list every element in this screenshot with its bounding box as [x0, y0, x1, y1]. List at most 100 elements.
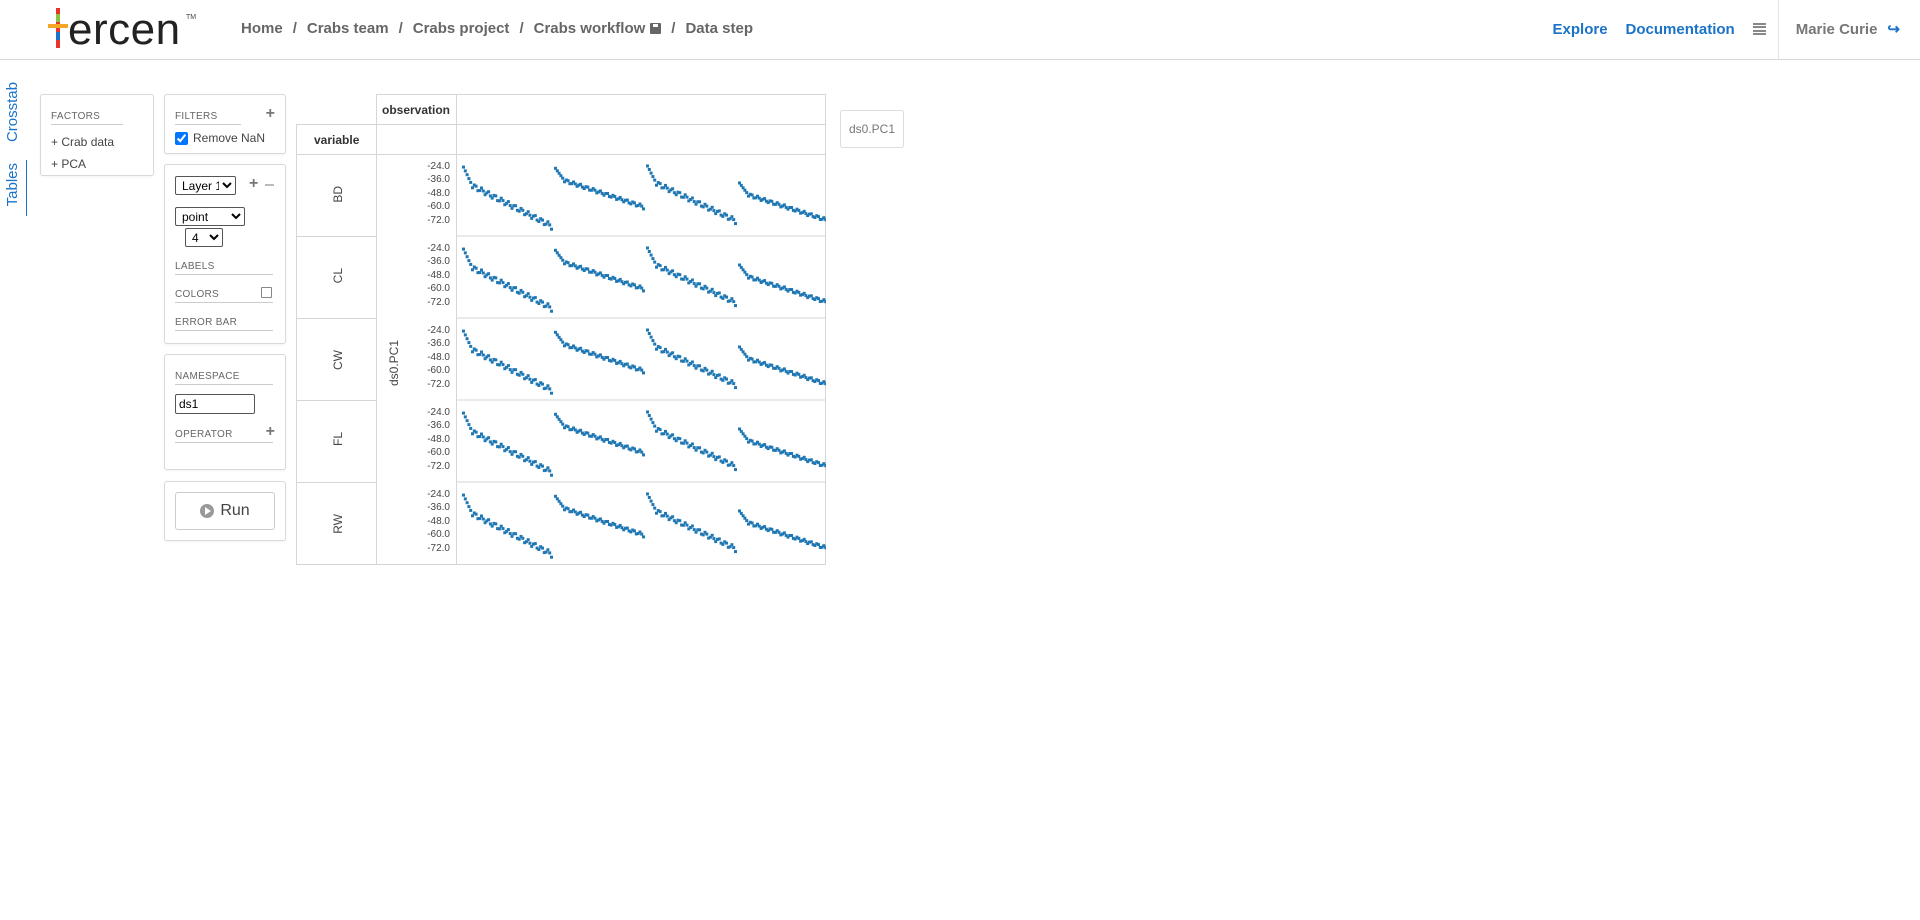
edit-colors-icon[interactable]: [261, 287, 272, 298]
point-size-select[interactable]: 4: [185, 228, 223, 247]
data-point: [481, 271, 485, 275]
data-point: [734, 304, 737, 308]
data-point: [606, 356, 610, 359]
remove-nan-row[interactable]: Remove NaN: [175, 131, 265, 145]
data-point: [721, 460, 725, 464]
data-point: [653, 424, 657, 428]
data-point: [593, 516, 597, 520]
data-point: [465, 337, 469, 341]
column-header-cell[interactable]: observation: [376, 94, 457, 125]
data-point: [640, 286, 644, 290]
namespace-input[interactable]: [175, 394, 255, 414]
explore-link[interactable]: Explore: [1553, 21, 1608, 38]
data-point: [506, 446, 510, 450]
y-tick-label: -24.0: [427, 160, 450, 172]
data-point: [745, 519, 749, 523]
legend-chip[interactable]: ds0.PC1: [840, 110, 904, 148]
data-point: [586, 349, 590, 353]
menu-icon[interactable]: [1752, 23, 1766, 35]
row-label-cell[interactable]: BD: [296, 154, 377, 237]
data-point: [685, 277, 689, 281]
data-point: [533, 214, 537, 218]
breadcrumb-home[interactable]: Home: [241, 20, 283, 37]
data-point: [469, 426, 473, 430]
factor-label: PCA: [61, 157, 87, 171]
data-point: [494, 358, 498, 362]
data-point: [725, 213, 728, 217]
remove-layer-button[interactable]: [265, 184, 274, 186]
y-tick-label: -60.0: [427, 447, 450, 459]
factor-item-crab-data[interactable]: + Crab data: [51, 135, 114, 149]
y-tick-label: -60.0: [427, 529, 450, 541]
layer-select[interactable]: Layer 1: [175, 176, 236, 195]
data-point: [533, 460, 537, 464]
data-point: [734, 386, 737, 390]
tab-tables[interactable]: Tables: [4, 163, 21, 206]
data-point: [649, 499, 653, 503]
data-point: [613, 441, 617, 444]
data-point: [541, 546, 544, 550]
column-values-cell: [456, 94, 826, 125]
data-point: [517, 537, 521, 541]
row-header-cell[interactable]: variable: [296, 124, 377, 155]
data-point: [658, 428, 662, 432]
data-point: [467, 259, 471, 263]
data-point: [566, 425, 570, 429]
data-point: [664, 347, 667, 351]
data-point: [717, 537, 721, 541]
data-point: [463, 251, 467, 255]
data-point: [750, 357, 754, 361]
data-point: [647, 414, 651, 417]
data-point: [701, 287, 705, 291]
data-point: [653, 506, 657, 510]
data-point: [701, 451, 705, 455]
data-point: [647, 250, 651, 253]
row-label-cell[interactable]: FL: [296, 400, 377, 483]
data-point: [824, 218, 826, 222]
add-filter-button[interactable]: +: [266, 105, 275, 123]
factor-item-pca[interactable]: + PCA: [51, 157, 86, 171]
data-point: [664, 183, 667, 187]
data-point: [521, 290, 525, 294]
data-point: [506, 282, 510, 286]
add-layer-button[interactable]: +: [249, 175, 258, 193]
y-tick-label: -36.0: [427, 502, 450, 514]
breadcrumb-workflow[interactable]: Crabs workflow: [534, 20, 646, 37]
scatter-plot[interactable]: [456, 154, 826, 565]
row-label-cell[interactable]: RW: [296, 482, 377, 565]
tercen-logo[interactable]: ercen TM: [46, 6, 196, 54]
data-point: [701, 369, 705, 373]
data-point: [717, 455, 721, 459]
breadcrumb-separator: /: [519, 20, 524, 37]
data-point: [692, 528, 696, 532]
add-operator-button[interactable]: +: [266, 423, 275, 441]
breadcrumb-team[interactable]: Crabs team: [307, 20, 389, 37]
logout-icon[interactable]: ↪: [1887, 20, 1900, 38]
row-label: CL: [331, 268, 345, 284]
data-point: [474, 430, 478, 434]
documentation-link[interactable]: Documentation: [1626, 21, 1735, 38]
data-point: [647, 496, 651, 499]
remove-nan-checkbox[interactable]: [175, 131, 188, 145]
y-tick-label: -48.0: [427, 433, 450, 445]
data-point: [671, 269, 675, 273]
tab-crosstab[interactable]: Crosstab: [4, 82, 21, 142]
data-point: [469, 262, 473, 266]
data-point: [517, 291, 521, 295]
data-point: [506, 200, 510, 204]
y-tick-label: -60.0: [427, 365, 450, 377]
breadcrumb-project[interactable]: Crabs project: [413, 20, 510, 37]
data-point: [824, 382, 826, 386]
data-point: [508, 204, 512, 208]
user-name[interactable]: Marie Curie: [1796, 21, 1878, 38]
run-button[interactable]: Run: [175, 492, 275, 530]
chart-type-select[interactable]: point: [175, 207, 245, 226]
row-label-cell[interactable]: CW: [296, 318, 377, 401]
row-label-cell[interactable]: CL: [296, 236, 377, 319]
data-point: [613, 523, 617, 526]
breadcrumb-step[interactable]: Data step: [685, 20, 753, 37]
data-point: [480, 514, 483, 518]
save-icon[interactable]: [650, 23, 662, 34]
data-point: [725, 541, 728, 545]
data-point: [710, 205, 714, 209]
